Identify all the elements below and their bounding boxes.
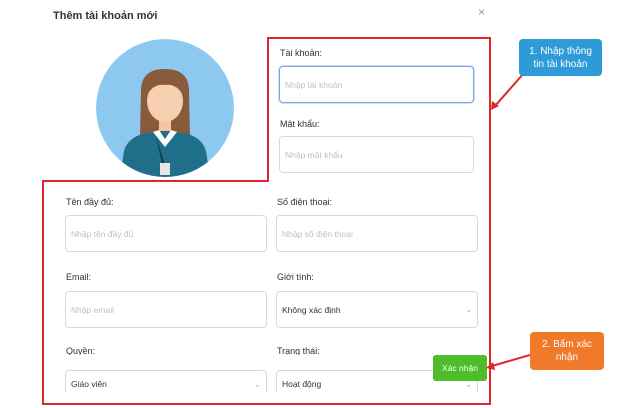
password-label: Mật khẩu:: [280, 119, 320, 129]
add-account-dialog: Thêm tài khoản mới × Tài khoản: Mật khẩu…: [0, 0, 624, 408]
callout-step2: 2. Bấm xác nhận: [530, 332, 604, 370]
chevron-down-icon: ⌄: [254, 380, 261, 389]
role-select-value: Giáo viên: [71, 379, 107, 389]
fullname-label: Tên đầy đủ:: [66, 197, 114, 207]
arrow-head-step2: [486, 362, 495, 370]
avatar: [96, 39, 234, 177]
female-user-avatar-icon: [96, 39, 234, 177]
close-icon[interactable]: ×: [478, 5, 485, 19]
gender-select[interactable]: Không xác định ⌄: [276, 291, 478, 328]
email-input[interactable]: [65, 291, 267, 328]
arrow-line-step1: [494, 72, 525, 107]
gender-select-value: Không xác định: [282, 304, 341, 315]
username-label: Tài khoản:: [280, 48, 323, 58]
gender-label: Giới tính:: [277, 272, 314, 282]
phone-label: Số điện thoại:: [277, 197, 333, 207]
fullname-input[interactable]: [65, 215, 267, 252]
phone-input[interactable]: [276, 215, 478, 252]
email-label: Email:: [66, 272, 92, 282]
arrow-head-step1: [491, 101, 499, 110]
confirm-button[interactable]: Xác nhận: [433, 355, 487, 381]
role-select[interactable]: Giáo viên ⌄: [65, 370, 267, 392]
username-input[interactable]: [279, 66, 474, 103]
chevron-down-icon: ⌄: [465, 305, 472, 314]
password-input[interactable]: [279, 136, 474, 173]
callout-step1: 1. Nhập thông tin tài khoản: [519, 39, 602, 76]
dialog-title: Thêm tài khoản mới: [53, 10, 158, 22]
chevron-down-icon: ⌄: [465, 380, 472, 389]
status-select-value: Hoạt động: [282, 379, 322, 389]
